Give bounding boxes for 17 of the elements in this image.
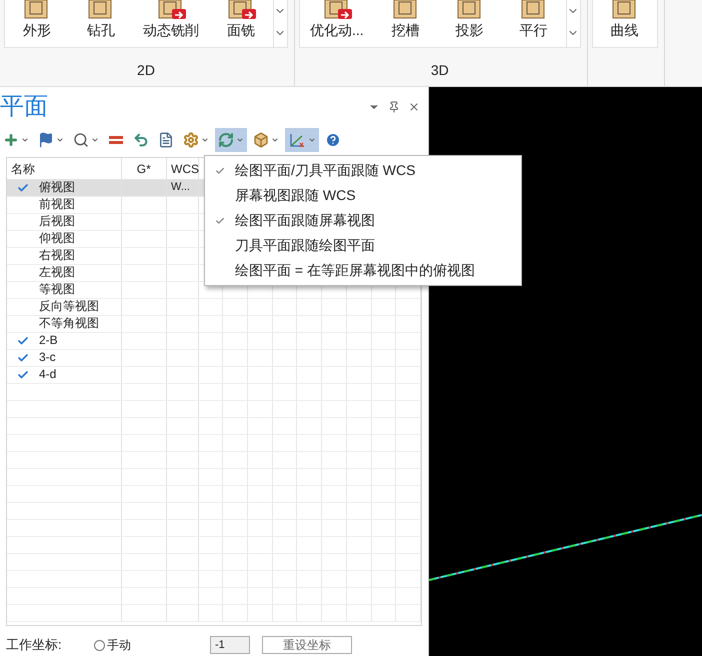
plane-name: 等视图 [39, 281, 75, 298]
plane-name: 左视图 [39, 264, 75, 282]
plane-name: 反向等视图 [39, 298, 99, 316]
work-coordinates-label: 工作坐标: [6, 636, 63, 654]
panel-title: 平面 [0, 92, 48, 122]
plane-name: 俯视图 [39, 179, 75, 196]
plane-name: 2-B [39, 332, 58, 350]
plane-name: 3-c [39, 349, 56, 366]
plane-name: 右视图 [39, 247, 75, 264]
plane-name: 4-d [39, 366, 56, 384]
wcs-cell-text: W... [170, 180, 190, 196]
group-label: 2D [136, 61, 156, 80]
plane-name: 后视图 [39, 213, 75, 230]
group-label: 3D [430, 61, 450, 80]
plane-name: 仰视图 [39, 230, 75, 248]
plane-name: 前视图 [39, 196, 75, 214]
plane-name: 不等角视图 [39, 315, 99, 332]
